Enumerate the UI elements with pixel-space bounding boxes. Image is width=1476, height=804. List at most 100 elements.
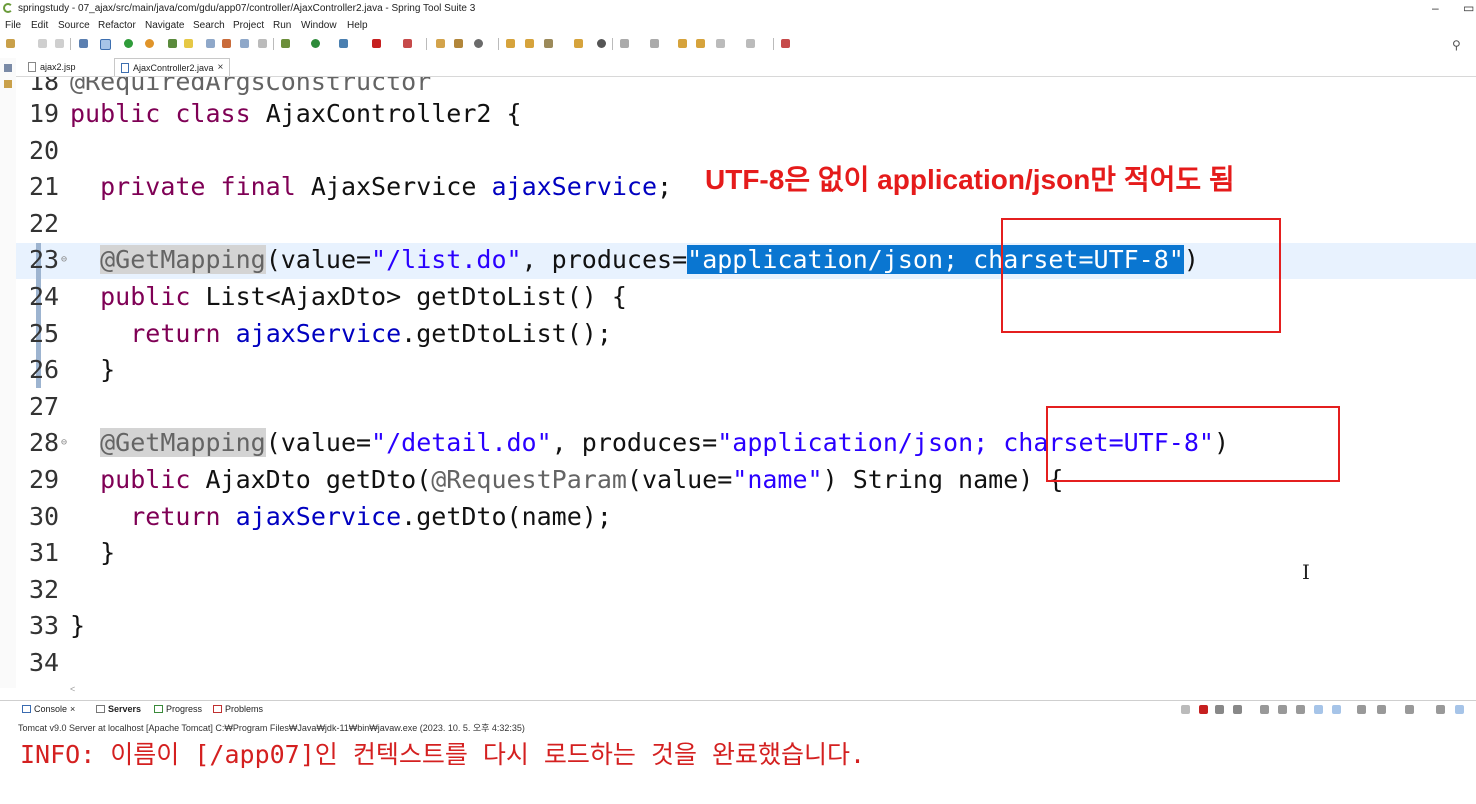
tab-console[interactable]: Console × [22,704,75,714]
line-number: 26 [29,355,60,385]
console-icon [22,705,31,713]
title-bar: springstudy - 07_ajax/src/main/java/com/… [0,0,1476,18]
code-token: List<AjaxDto> getDtoList() { [190,282,627,311]
clear-console-icon[interactable] [1260,705,1269,714]
tab-ajaxcontroller2-java[interactable]: AjaxController2.java × [114,58,231,76]
tab-ajax2-jsp[interactable]: ajax2.jsp [22,58,82,76]
save-icon[interactable] [38,39,47,48]
minimize-view-icon[interactable] [1436,705,1445,714]
menu-edit[interactable]: Edit [31,20,48,31]
run-icon[interactable] [311,39,320,48]
code-text: private final AjaxService ajaxService; [70,169,672,205]
new-icon[interactable] [6,39,15,48]
menu-run[interactable]: Run [273,20,291,31]
new-java-project-icon[interactable] [436,39,445,48]
spring-icon[interactable] [168,39,177,48]
remove-all-launches-icon[interactable] [1233,705,1242,714]
line-number: 28 [29,428,60,458]
skip-breakpoints-icon[interactable] [100,39,111,50]
save-all-icon[interactable] [55,39,64,48]
debug-icon[interactable] [281,39,290,48]
menu-refactor[interactable]: Refactor [98,20,136,31]
globe-icon[interactable] [597,39,606,48]
word-wrap-icon[interactable] [1296,705,1305,714]
restore-button[interactable]: ▭ [1463,1,1474,15]
tab-progress[interactable]: Progress [154,704,202,714]
remove-launch-icon[interactable] [1215,705,1224,714]
external-tools-icon[interactable] [403,39,412,48]
code-token: ) String name) { [822,465,1064,494]
close-tab-icon[interactable]: × [70,704,75,714]
back-icon[interactable] [716,39,725,48]
show-on-stdout-icon[interactable] [1314,705,1323,714]
line-number: 22 [29,208,60,238]
last-edit-icon[interactable] [678,39,687,48]
annotation-icon[interactable] [574,39,583,48]
display-console-icon[interactable] [1377,705,1386,714]
code-token: "name" [732,465,823,494]
code-token: (value= [626,465,733,494]
refresh-icon[interactable] [145,39,154,48]
spring-tool-suite-icon [3,3,13,13]
coverage-icon[interactable] [339,39,348,48]
main-toolbar [0,35,1476,55]
open-type-icon[interactable] [206,39,215,48]
restore-view-icon[interactable] [4,64,12,72]
terminal-icon[interactable] [79,39,88,48]
next-annotation-icon[interactable] [620,39,629,48]
open-file-icon[interactable] [525,39,534,48]
pin-console-icon[interactable] [1181,705,1190,714]
previous-annotation-icon[interactable] [650,39,659,48]
line-number: 34 [29,648,60,677]
fold-toggle-icon[interactable]: ⊖ [61,425,67,461]
menu-source[interactable]: Source [58,20,90,31]
line-number: 31 [29,538,60,568]
pin-icon[interactable] [184,39,193,48]
block-selection-icon[interactable] [240,39,249,48]
menu-window[interactable]: Window [301,20,337,31]
terminate-icon[interactable] [1199,705,1208,714]
show-whitespace-icon[interactable] [258,39,267,48]
minimize-button[interactable]: – [1432,1,1439,15]
maximize-view-icon[interactable] [1455,705,1464,714]
code-token: (value= [265,428,372,458]
show-on-stderr-icon[interactable] [1332,705,1341,714]
scroll-lock-icon[interactable] [1278,705,1287,714]
edit-icon[interactable] [544,39,553,48]
code-line: 32 [16,572,1476,608]
fold-toggle-icon[interactable]: ⊖ [61,242,67,278]
code-token: } [70,611,86,641]
menu-project[interactable]: Project [233,20,264,31]
forward-icon[interactable] [746,39,755,48]
open-console-icon[interactable] [1405,705,1414,714]
menu-navigate[interactable]: Navigate [145,20,184,31]
code-token: public [100,282,191,311]
package-explorer-icon[interactable] [4,80,12,88]
line-number: 24 [29,282,60,311]
horizontal-scroll-arrow[interactable]: < [70,684,75,694]
menu-search[interactable]: Search [193,20,225,31]
tab-problems[interactable]: Problems [213,704,263,714]
open-folder-icon[interactable] [506,39,515,48]
new-package-icon[interactable] [454,39,463,48]
menu-file[interactable]: File [5,20,21,31]
code-token: return [130,318,221,348]
pin-icon[interactable] [1357,705,1366,714]
tab-label: AjaxController2.java [133,62,214,73]
menu-help[interactable]: Help [347,20,368,31]
new-class-icon[interactable] [474,39,483,48]
stop-icon[interactable] [372,39,381,48]
search-icon[interactable]: ⚲ [1452,38,1461,52]
line-number: 29 [29,465,60,494]
highlight-box-detail [1046,406,1340,482]
tab-servers[interactable]: Servers [96,704,141,714]
close-tab-icon[interactable]: × [218,62,224,73]
open-task-icon[interactable] [222,39,231,48]
boot-dashboard-icon[interactable] [124,39,133,48]
code-token: .getDto(name); [401,501,612,531]
code-token: ajaxService [235,501,402,531]
forward-history-icon[interactable] [696,39,705,48]
maximize-panel-icon[interactable] [781,39,790,48]
